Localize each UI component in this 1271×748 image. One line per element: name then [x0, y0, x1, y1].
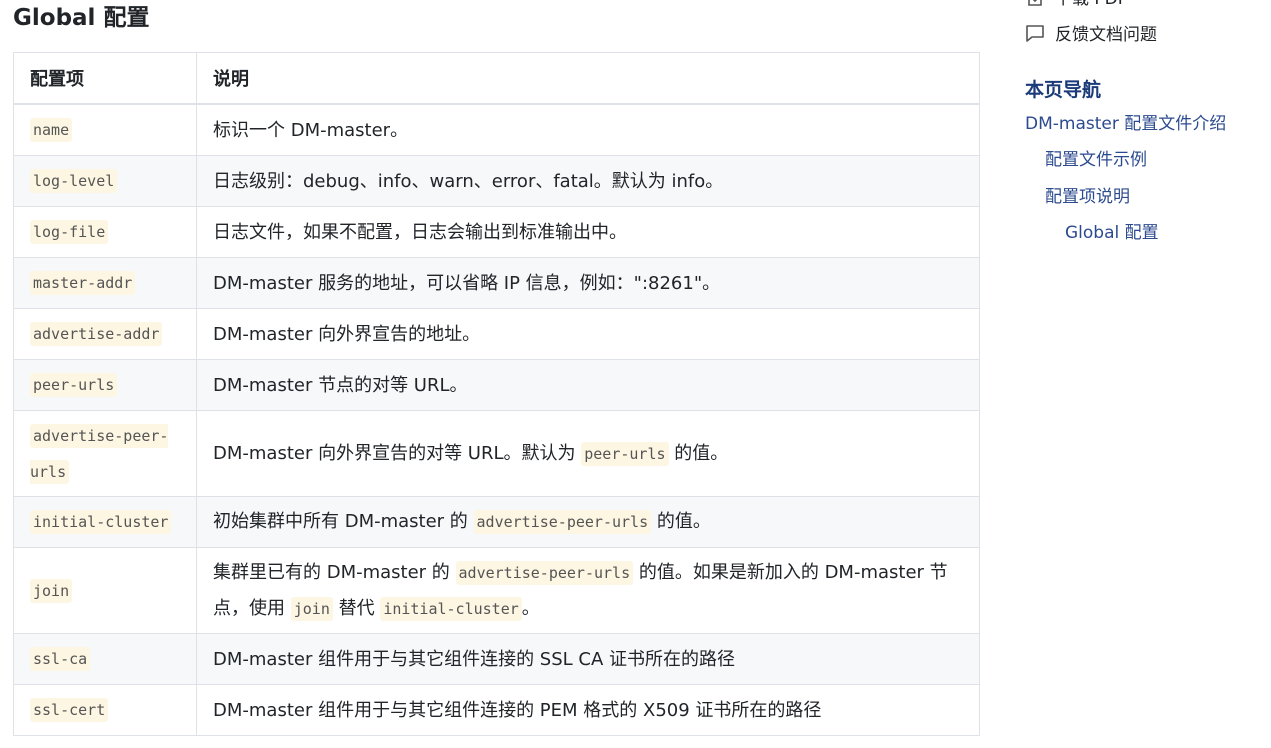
page-title: Global 配置 — [13, 5, 150, 31]
config-key-cell: advertise-peer-urls — [13, 410, 197, 497]
config-key-cell: log-level — [13, 155, 197, 207]
config-key-cell: log-file — [13, 206, 197, 258]
config-desc-cell: 日志级别：debug、info、warn、error、fatal。默认为 inf… — [196, 155, 980, 207]
table-row: log-file 日志文件，如果不配置，日志会输出到标准输出中。 — [13, 206, 980, 258]
config-desc-cell: DM-master 组件用于与其它组件连接的 SSL CA 证书所在的路径 — [196, 633, 980, 685]
file-download-icon — [1025, 0, 1045, 7]
inline-code: advertise-peer-urls — [455, 560, 634, 585]
toc-item-intro[interactable]: DM-master 配置文件介绍 — [1025, 109, 1226, 134]
feedback-label: 反馈文档问题 — [1055, 25, 1157, 45]
config-desc-cell: 标识一个 DM-master。 — [196, 103, 980, 156]
config-key: log-level — [30, 169, 118, 193]
config-desc-cell: DM-master 向外界宣告的地址。 — [196, 308, 980, 360]
column-header-desc: 说明 — [196, 52, 980, 105]
inline-code: initial-cluster — [380, 596, 522, 621]
config-desc-cell: DM-master 服务的地址，可以省略 IP 信息，例如：":8261"。 — [196, 257, 980, 309]
config-key: advertise-addr — [30, 322, 163, 346]
feedback-link[interactable]: 反馈文档问题 — [1025, 20, 1157, 45]
config-key: ssl-cert — [30, 698, 109, 722]
chat-bubble-icon — [1025, 23, 1045, 43]
table-row: log-level 日志级别：debug、info、warn、error、fata… — [13, 155, 980, 207]
config-key: peer-urls — [30, 373, 118, 397]
config-key-cell: master-addr — [13, 257, 197, 309]
table-header-row: 配置项 说明 — [13, 52, 980, 105]
desc-text: 日志级别：debug、info、warn、error、fatal。默认为 inf… — [213, 170, 724, 192]
config-key: ssl-ca — [30, 647, 91, 671]
config-key: initial-cluster — [30, 510, 172, 534]
config-key-cell: initial-cluster — [13, 496, 197, 548]
table-row: ssl-cert DM-master 组件用于与其它组件连接的 PEM 格式的 X… — [13, 684, 980, 736]
toc-item-global[interactable]: Global 配置 — [1065, 218, 1159, 243]
desc-text: DM-master 组件用于与其它组件连接的 SSL CA 证书所在的路径 — [213, 648, 736, 670]
config-key-cell: advertise-addr — [13, 308, 197, 360]
config-key-cell: ssl-cert — [13, 684, 197, 736]
desc-text: 的值。 — [668, 442, 729, 464]
config-key: advertise-peer-urls — [30, 423, 169, 484]
table-row: advertise-peer-urls DM-master 向外界宣告的对等 UR… — [13, 410, 980, 497]
config-desc-cell: DM-master 节点的对等 URL。 — [196, 359, 980, 411]
desc-text: 替代 — [332, 597, 381, 619]
table-row: peer-urls DM-master 节点的对等 URL。 — [13, 359, 980, 411]
config-key-cell: ssl-ca — [13, 633, 197, 685]
download-pdf-link[interactable]: 下载 PDF — [1025, 0, 1128, 9]
table-row: initial-cluster 初始集群中所有 DM-master 的 adver… — [13, 496, 980, 548]
desc-text: DM-master 节点的对等 URL。 — [213, 374, 468, 396]
inline-code: advertise-peer-urls — [473, 510, 652, 534]
desc-text: DM-master 服务的地址，可以省略 IP 信息，例如：":8261"。 — [213, 272, 721, 294]
toc-item-example[interactable]: 配置文件示例 — [1045, 145, 1147, 170]
inline-code: join — [290, 596, 333, 621]
column-header-key: 配置项 — [13, 52, 197, 105]
config-table: 配置项 说明 name 标识一个 DM-master。 log-level 日志级别：… — [13, 52, 980, 736]
config-desc-cell: DM-master 组件用于与其它组件连接的 PEM 格式的 X509 证书所在… — [196, 684, 980, 736]
table-row: name 标识一个 DM-master。 — [13, 103, 980, 156]
inline-code: peer-urls — [581, 441, 669, 466]
toc-item-config-desc[interactable]: 配置项说明 — [1045, 182, 1130, 207]
desc-text: DM-master 组件用于与其它组件连接的 PEM 格式的 X509 证书所在… — [213, 699, 822, 721]
desc-text: 集群里已有的 DM-master 的 — [213, 561, 456, 583]
config-key: log-file — [30, 220, 109, 244]
desc-text: 。 — [521, 597, 540, 619]
download-pdf-label: 下载 PDF — [1055, 0, 1128, 9]
desc-text: DM-master 向外界宣告的地址。 — [213, 323, 481, 345]
config-desc-cell: 初始集群中所有 DM-master 的 advertise-peer-urls … — [196, 496, 980, 548]
config-key: name — [30, 118, 73, 142]
desc-text: 日志文件，如果不配置，日志会输出到标准输出中。 — [213, 221, 627, 243]
toc-heading: 本页导航 — [1025, 79, 1102, 101]
config-desc-cell: 集群里已有的 DM-master 的 advertise-peer-urls 的… — [196, 547, 980, 634]
config-key: join — [30, 578, 73, 603]
table-body: name 标识一个 DM-master。 log-level 日志级别：debug、i… — [13, 103, 980, 736]
desc-text: DM-master 向外界宣告的对等 URL。默认为 — [213, 442, 582, 464]
config-key-cell: peer-urls — [13, 359, 197, 411]
table-row: ssl-ca DM-master 组件用于与其它组件连接的 SSL CA 证书所在… — [13, 633, 980, 685]
config-desc-cell: 日志文件，如果不配置，日志会输出到标准输出中。 — [196, 206, 980, 258]
desc-text: 标识一个 DM-master。 — [213, 119, 409, 141]
desc-text: 初始集群中所有 DM-master 的 — [213, 511, 474, 532]
table-row: advertise-addr DM-master 向外界宣告的地址。 — [13, 308, 980, 360]
config-desc-cell: DM-master 向外界宣告的对等 URL。默认为 peer-urls 的值。 — [196, 410, 980, 497]
table-row: master-addr DM-master 服务的地址，可以省略 IP 信息，例如… — [13, 257, 980, 309]
table-row: join 集群里已有的 DM-master 的 advertise-peer-ur… — [13, 547, 980, 634]
config-key-cell: name — [13, 103, 197, 156]
config-key: master-addr — [30, 271, 136, 295]
desc-text: 的值。 — [651, 511, 711, 532]
config-key-cell: join — [13, 547, 197, 634]
